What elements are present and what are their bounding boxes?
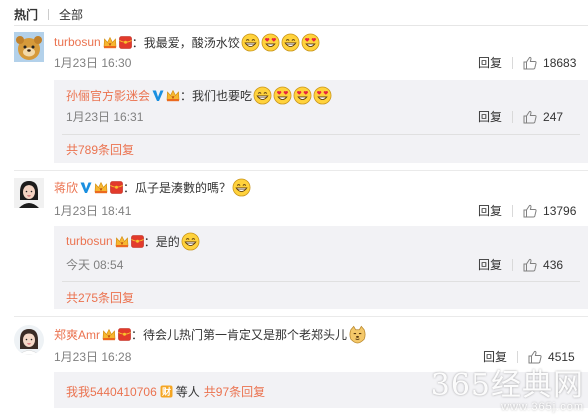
grin-emoji-icon <box>232 178 251 197</box>
comment-1-reply-button[interactable]: 回复 <box>478 54 502 71</box>
reply-1-reply-button[interactable]: 回复 <box>478 108 502 125</box>
vip-crown-icon[interactable] <box>115 235 129 248</box>
more-replies-count[interactable]: 共97条回复 <box>204 383 265 400</box>
grin-emoji-icon <box>253 86 272 105</box>
avatar-jiangxin[interactable] <box>14 178 44 208</box>
comment-2-reply-button[interactable]: 回复 <box>478 202 502 219</box>
heart-eyes-emoji-icon <box>261 33 280 52</box>
reply-1-actions: 回复 247 <box>478 108 563 125</box>
action-separator <box>512 56 514 69</box>
comment-tabs: 热门 全部 <box>14 6 83 22</box>
comment-2-time: 1月23日 18:41 <box>54 204 132 218</box>
comment-1-line: turbosun ：我最爱，酸汤水饺 <box>54 32 320 52</box>
heart-eyes-emoji-icon <box>301 33 320 52</box>
wealth-badge-icon <box>160 385 173 398</box>
more-replies-mid: 等人 <box>175 385 200 399</box>
heart-eyes-emoji-icon <box>273 86 292 105</box>
reply-2-line: turbosun ：是的 <box>66 231 200 251</box>
grin-emoji-icon <box>281 33 300 52</box>
grin-emoji-icon <box>181 232 200 251</box>
reply-2-actions: 回复 436 <box>478 256 563 273</box>
comment-1-time: 1月23日 16:30 <box>54 56 132 70</box>
action-separator <box>512 258 514 271</box>
thumbs-up-icon[interactable] <box>523 258 537 272</box>
comment-3-text: ：待会儿热门第一肯定又是那个老郑头儿 <box>131 327 348 342</box>
red-envelope-icon[interactable] <box>119 36 132 49</box>
comment-2-username[interactable]: 蒋欣 <box>54 179 78 196</box>
red-envelope-icon[interactable] <box>110 181 123 194</box>
site-watermark: 365经典网 www.365j.com <box>430 368 584 414</box>
red-envelope-icon[interactable] <box>131 235 144 248</box>
blue-v-verified-icon <box>152 89 164 102</box>
thumbs-up-icon[interactable] <box>523 56 537 70</box>
more-replies-user[interactable]: 我我5440410706 <box>66 383 157 400</box>
red-envelope-icon[interactable] <box>118 328 131 341</box>
reply-2-like-count: 436 <box>543 257 564 272</box>
thumbs-up-icon[interactable] <box>523 110 537 124</box>
watermark-title: 365经典网 <box>430 368 584 403</box>
comment-3-reply-button[interactable]: 回复 <box>483 348 507 365</box>
comment-2-more-replies-link[interactable]: 共275条回复 <box>66 289 134 306</box>
vip-crown-icon[interactable] <box>166 89 180 102</box>
comment-2-text: ：瓜子是湊數的嗎？ <box>123 180 232 195</box>
action-separator <box>512 110 514 123</box>
reply-1-line: 孙俪官方影迷会 ：我们也要吃 <box>66 85 332 105</box>
doge-emoji-icon <box>348 325 367 344</box>
comment-3-like-count: 4515 <box>548 349 575 364</box>
vip-crown-icon[interactable] <box>94 181 108 194</box>
vip-crown-icon[interactable] <box>103 36 117 49</box>
thumbs-up-icon[interactable] <box>523 204 537 218</box>
reply-1-time: 1月23日 16:31 <box>66 110 144 124</box>
vip-crown-icon[interactable] <box>102 328 116 341</box>
comment-1-more-replies-link[interactable]: 共789条回复 <box>66 141 134 158</box>
comment-1-username[interactable]: turbosun <box>54 35 101 49</box>
comment-3-time: 1月23日 16:28 <box>54 350 132 364</box>
avatar-turbosun[interactable] <box>14 32 44 62</box>
reply-2-divider <box>62 281 580 282</box>
comment-2-line: 蒋欣 ：瓜子是湊數的嗎？ <box>54 177 251 197</box>
blue-v-verified-icon <box>80 181 92 194</box>
comment-1-like-count: 18683 <box>543 55 577 70</box>
heart-eyes-emoji-icon <box>313 86 332 105</box>
heart-eyes-emoji-icon <box>293 86 312 105</box>
reply-1-username[interactable]: 孙俪官方影迷会 <box>66 87 150 104</box>
comment-3-actions: 回复 4515 <box>483 348 575 365</box>
comment-3-username[interactable]: 郑爽Amr <box>54 326 100 343</box>
action-separator <box>517 350 519 363</box>
tab-all[interactable]: 全部 <box>59 6 83 23</box>
comment-3-more-replies-link[interactable]: 我我5440410706 等人 共97条回复 <box>66 383 265 400</box>
thumbs-up-icon[interactable] <box>528 350 542 364</box>
avatar-zhengshuang[interactable] <box>14 325 44 355</box>
tab-separator <box>48 8 50 20</box>
reply-2-username[interactable]: turbosun <box>66 234 113 248</box>
comment-2-actions: 回复 13796 <box>478 202 576 219</box>
reply-1-text: ：我们也要吃 <box>180 88 253 103</box>
reply-2-reply-button[interactable]: 回复 <box>478 256 502 273</box>
tabs-divider <box>14 25 588 26</box>
comment-3-line: 郑爽Amr ：待会儿热门第一肯定又是那个老郑头儿 <box>54 324 367 344</box>
reply-2-time: 今天 08:54 <box>66 258 124 272</box>
comment-1-actions: 回复 18683 <box>478 54 576 71</box>
reply-2-text: ：是的 <box>143 234 180 249</box>
comment-2-like-count: 13796 <box>543 203 577 218</box>
reply-1-like-count: 247 <box>543 109 564 124</box>
tab-hot[interactable]: 热门 <box>14 6 38 23</box>
reply-1-divider <box>62 134 580 135</box>
action-separator <box>512 204 514 217</box>
comment-1-text: ：我最爱，酸汤水饺 <box>131 35 240 50</box>
comment-divider <box>14 316 588 317</box>
grin-emoji-icon <box>241 33 260 52</box>
comment-divider <box>14 170 588 171</box>
